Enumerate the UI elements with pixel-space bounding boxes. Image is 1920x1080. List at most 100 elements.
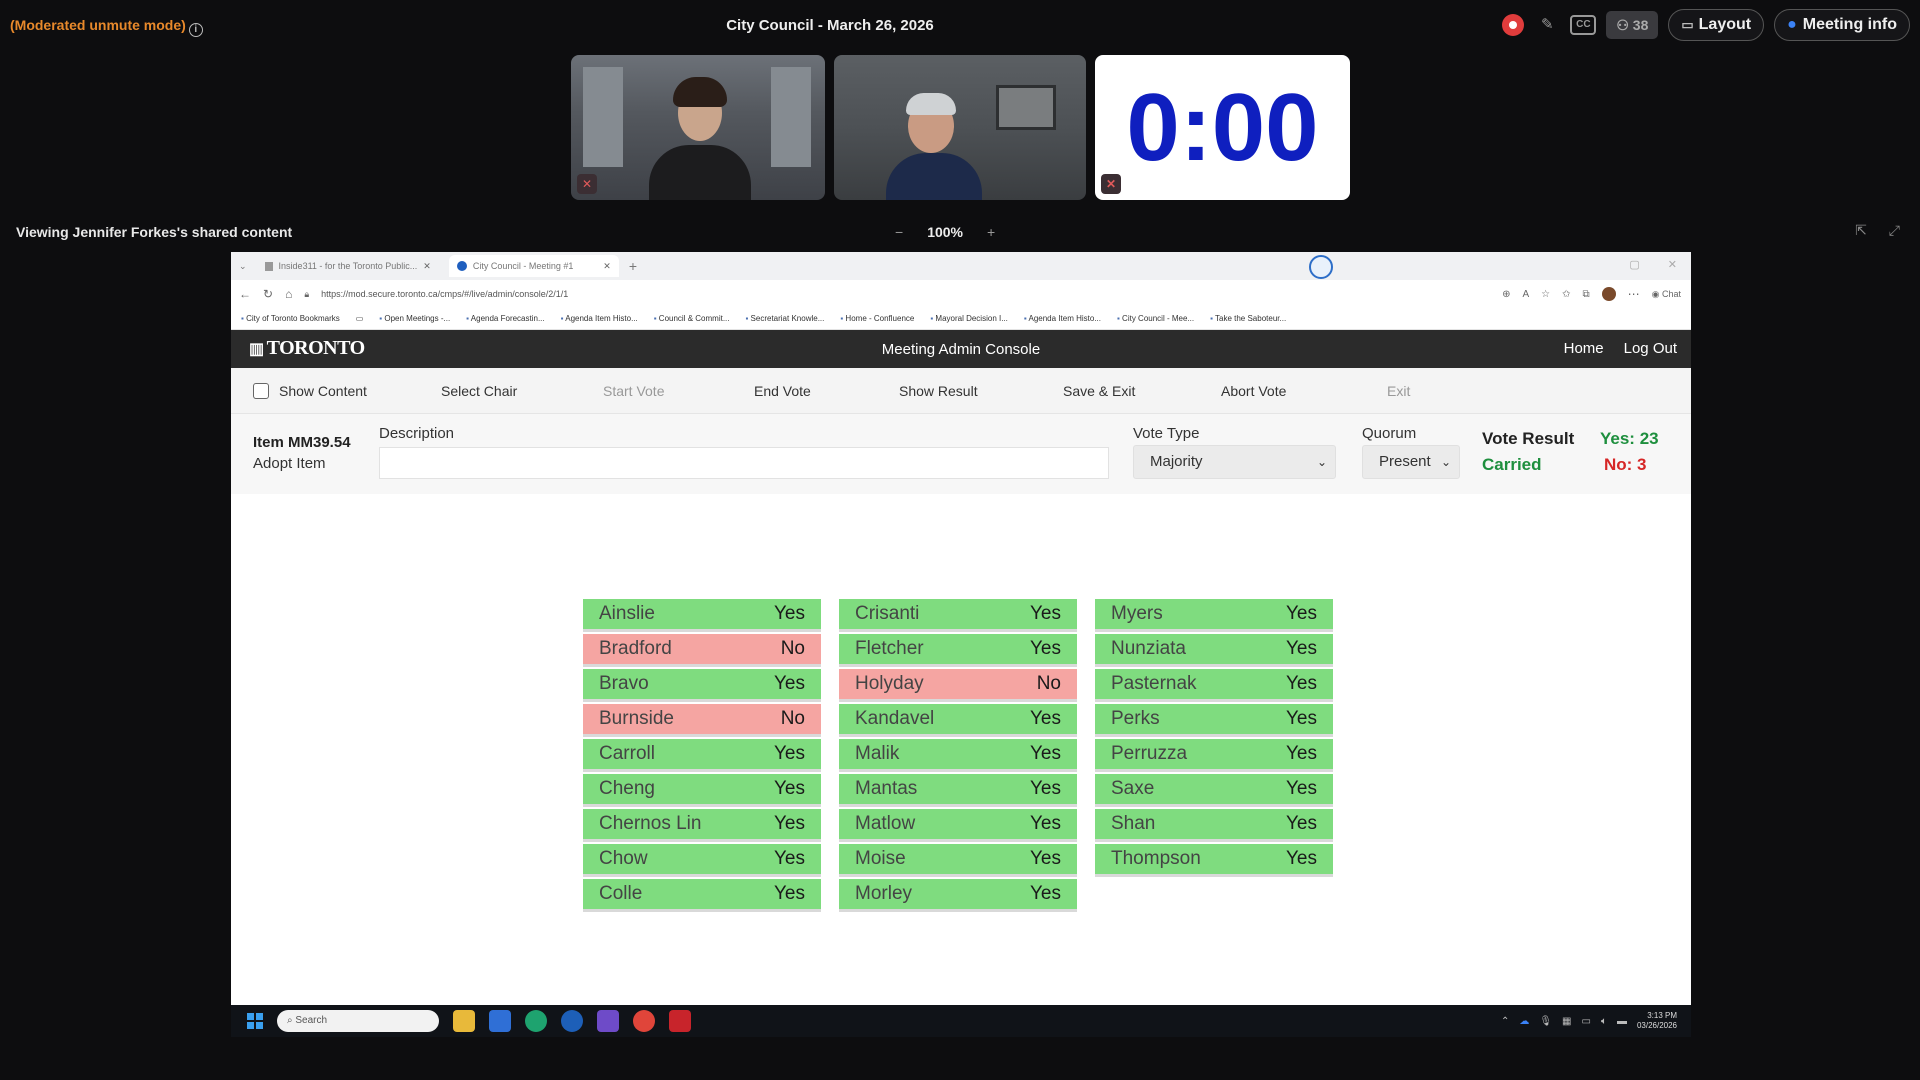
collections-icon[interactable]: ⧉ bbox=[1582, 289, 1589, 300]
captions-icon[interactable]: CC bbox=[1570, 15, 1597, 35]
councillor-name: Crisanti bbox=[855, 603, 920, 624]
favorites-bar-icon[interactable]: ✩ bbox=[1562, 289, 1570, 300]
app-icon[interactable] bbox=[597, 1010, 619, 1032]
pop-out-icon[interactable]: ⇱ bbox=[1855, 222, 1867, 239]
mute-icon[interactable]: ✎ bbox=[1534, 12, 1560, 38]
mic-icon[interactable]: 🎙︎ bbox=[1539, 1016, 1552, 1027]
url-field[interactable]: https://mod.secure.toronto.ca/cmps/#/liv… bbox=[321, 289, 568, 299]
fullscreen-icon[interactable]: ⤢ bbox=[1889, 222, 1900, 239]
councillor-name: Mantas bbox=[855, 778, 918, 799]
vote-row: Saxe Yes bbox=[1095, 774, 1333, 807]
councillor-name: Matlow bbox=[855, 813, 916, 834]
volume-icon[interactable]: 🔈︎ bbox=[1601, 1016, 1607, 1027]
browser-tab-bar: ⌄ Inside311 - for the Toronto Public... … bbox=[231, 252, 1691, 280]
end-vote-button[interactable]: End Vote bbox=[754, 383, 811, 399]
bookmark-item[interactable]: Council & Commit... bbox=[654, 314, 730, 323]
bookmark-item[interactable]: Open Meetings -... bbox=[379, 314, 450, 323]
cloud-icon[interactable]: ☁ bbox=[1519, 1016, 1529, 1027]
home-link[interactable]: Home bbox=[1564, 340, 1604, 357]
zoom-out-button[interactable]: − bbox=[895, 224, 903, 240]
vote-value: Yes bbox=[1286, 813, 1317, 834]
bookmark-item[interactable]: Mayoral Decision I... bbox=[930, 314, 1007, 323]
tab-list-icon[interactable]: ⌄ bbox=[239, 261, 247, 272]
info-icon[interactable]: i bbox=[188, 23, 203, 37]
checkbox[interactable] bbox=[253, 383, 269, 399]
bookmark-item[interactable]: Take the Saboteur... bbox=[1210, 314, 1286, 323]
meeting-info-button[interactable]: ● Meeting info bbox=[1774, 9, 1910, 41]
copilot-button[interactable]: ◉ Chat bbox=[1652, 289, 1681, 300]
show-result-button[interactable]: Show Result bbox=[899, 383, 978, 399]
vote-value: Yes bbox=[774, 848, 805, 869]
description-input[interactable] bbox=[379, 447, 1109, 479]
layout-button[interactable]: ▭ Layout bbox=[1668, 9, 1765, 41]
video-tile-participant-1[interactable]: ✕ bbox=[571, 55, 825, 200]
video-tile-participant-2[interactable] bbox=[834, 55, 1086, 200]
exit-button[interactable]: Exit bbox=[1387, 383, 1410, 399]
profile-avatar[interactable] bbox=[1601, 287, 1616, 301]
vote-row: Thompson Yes bbox=[1095, 844, 1333, 877]
bookmark-item[interactable]: Home - Confluence bbox=[840, 314, 914, 323]
windows-start-icon[interactable] bbox=[247, 1013, 263, 1029]
select-chair-button[interactable]: Select Chair bbox=[441, 383, 517, 399]
show-content-checkbox[interactable]: Show Content bbox=[253, 383, 367, 399]
maximize-icon[interactable]: ▢ bbox=[1629, 258, 1639, 271]
browser-tab-2[interactable]: City Council - Meeting #1 ✕ bbox=[448, 255, 619, 277]
system-clock[interactable]: 3:13 PM 03/26/2026 bbox=[1637, 1011, 1677, 1031]
bookmark-item[interactable]: Agenda Item Histo... bbox=[561, 314, 637, 323]
chrome-icon[interactable] bbox=[633, 1010, 655, 1032]
moderated-mode-label: (Moderated unmute mode) i bbox=[10, 17, 203, 37]
vote-value: Yes bbox=[1030, 638, 1061, 659]
console-toolbar: Show Content Select Chair Start Vote End… bbox=[231, 368, 1691, 414]
teams-icon[interactable] bbox=[489, 1010, 511, 1032]
page-title: Meeting Admin Console bbox=[881, 341, 1041, 358]
zoom-level: 100% bbox=[927, 224, 963, 240]
zoom-in-button[interactable]: + bbox=[987, 224, 995, 240]
councillor-name: Kandavel bbox=[855, 708, 935, 729]
more-icon[interactable]: ⋯ bbox=[1628, 287, 1640, 301]
logout-link[interactable]: Log Out bbox=[1624, 340, 1677, 357]
browser-tab-1[interactable]: Inside311 - for the Toronto Public... ✕ bbox=[257, 255, 439, 277]
chevron-up-icon[interactable]: ⌃ bbox=[1501, 1016, 1509, 1027]
back-icon[interactable]: ← bbox=[239, 287, 251, 301]
edge-icon[interactable] bbox=[525, 1010, 547, 1032]
bookmark-item[interactable]: Agenda Item Histo... bbox=[1024, 314, 1101, 323]
refresh-icon[interactable]: ↻ bbox=[263, 287, 273, 301]
bookmark-item[interactable]: Secretariat Knowle... bbox=[745, 314, 825, 323]
no-count: No: 3 bbox=[1604, 455, 1647, 474]
abort-vote-button[interactable]: Abort Vote bbox=[1221, 383, 1286, 399]
new-tab-icon[interactable]: + bbox=[629, 258, 637, 274]
close-window-icon[interactable]: ✕ bbox=[1668, 258, 1677, 271]
chevron-down-icon: ⌄ bbox=[1440, 455, 1451, 469]
network-icon[interactable]: ▦ bbox=[1562, 1016, 1571, 1027]
bookmark-item[interactable]: City Council - Mee... bbox=[1117, 314, 1194, 323]
start-vote-button[interactable]: Start Vote bbox=[603, 383, 664, 399]
zoom-icon[interactable]: ⊕ bbox=[1502, 289, 1510, 300]
read-aloud-icon[interactable]: A bbox=[1522, 289, 1529, 300]
bookmark-item[interactable]: Agenda Forecastin... bbox=[466, 314, 545, 323]
home-icon[interactable]: ⌂ bbox=[285, 287, 292, 301]
layout-icon: ▭ bbox=[1681, 17, 1694, 32]
vote-type-select[interactable]: Majority ⌄ bbox=[1133, 445, 1336, 479]
extension-icon[interactable] bbox=[1309, 255, 1333, 279]
vote-column: Myers Yes Nunziata Yes Pasternak Yes Perks Yes P… bbox=[1095, 599, 1333, 914]
close-tab-icon[interactable]: ✕ bbox=[423, 261, 431, 272]
outlook-icon[interactable] bbox=[561, 1010, 583, 1032]
bookmark-item[interactable]: City of Toronto Bookmarks bbox=[241, 314, 340, 323]
quorum-select[interactable]: Present ⌄ bbox=[1362, 445, 1460, 479]
councillor-name: Shan bbox=[1111, 813, 1156, 834]
battery-icon[interactable]: ▬ bbox=[1617, 1016, 1627, 1027]
taskbar-search[interactable]: ⌕ Search bbox=[277, 1010, 439, 1032]
favorite-icon[interactable]: ☆ bbox=[1541, 289, 1550, 300]
file-explorer-icon[interactable] bbox=[453, 1010, 475, 1032]
save-exit-button[interactable]: Save & Exit bbox=[1063, 383, 1135, 399]
councillor-name: Colle bbox=[599, 883, 643, 904]
participants-button[interactable]: ⚇ 38 bbox=[1606, 11, 1659, 39]
folder-icon[interactable]: ▭ bbox=[356, 314, 364, 323]
mic-muted-icon: ✕ bbox=[577, 174, 597, 194]
vote-value: Yes bbox=[774, 673, 805, 694]
display-icon[interactable]: ▭ bbox=[1582, 1016, 1591, 1027]
acrobat-icon[interactable] bbox=[669, 1010, 691, 1032]
councillor-name: Pasternak bbox=[1111, 673, 1197, 694]
vote-column: Crisanti Yes Fletcher Yes Holyday No Kandavel Y… bbox=[839, 599, 1077, 914]
close-tab-icon[interactable]: ✕ bbox=[603, 261, 611, 272]
